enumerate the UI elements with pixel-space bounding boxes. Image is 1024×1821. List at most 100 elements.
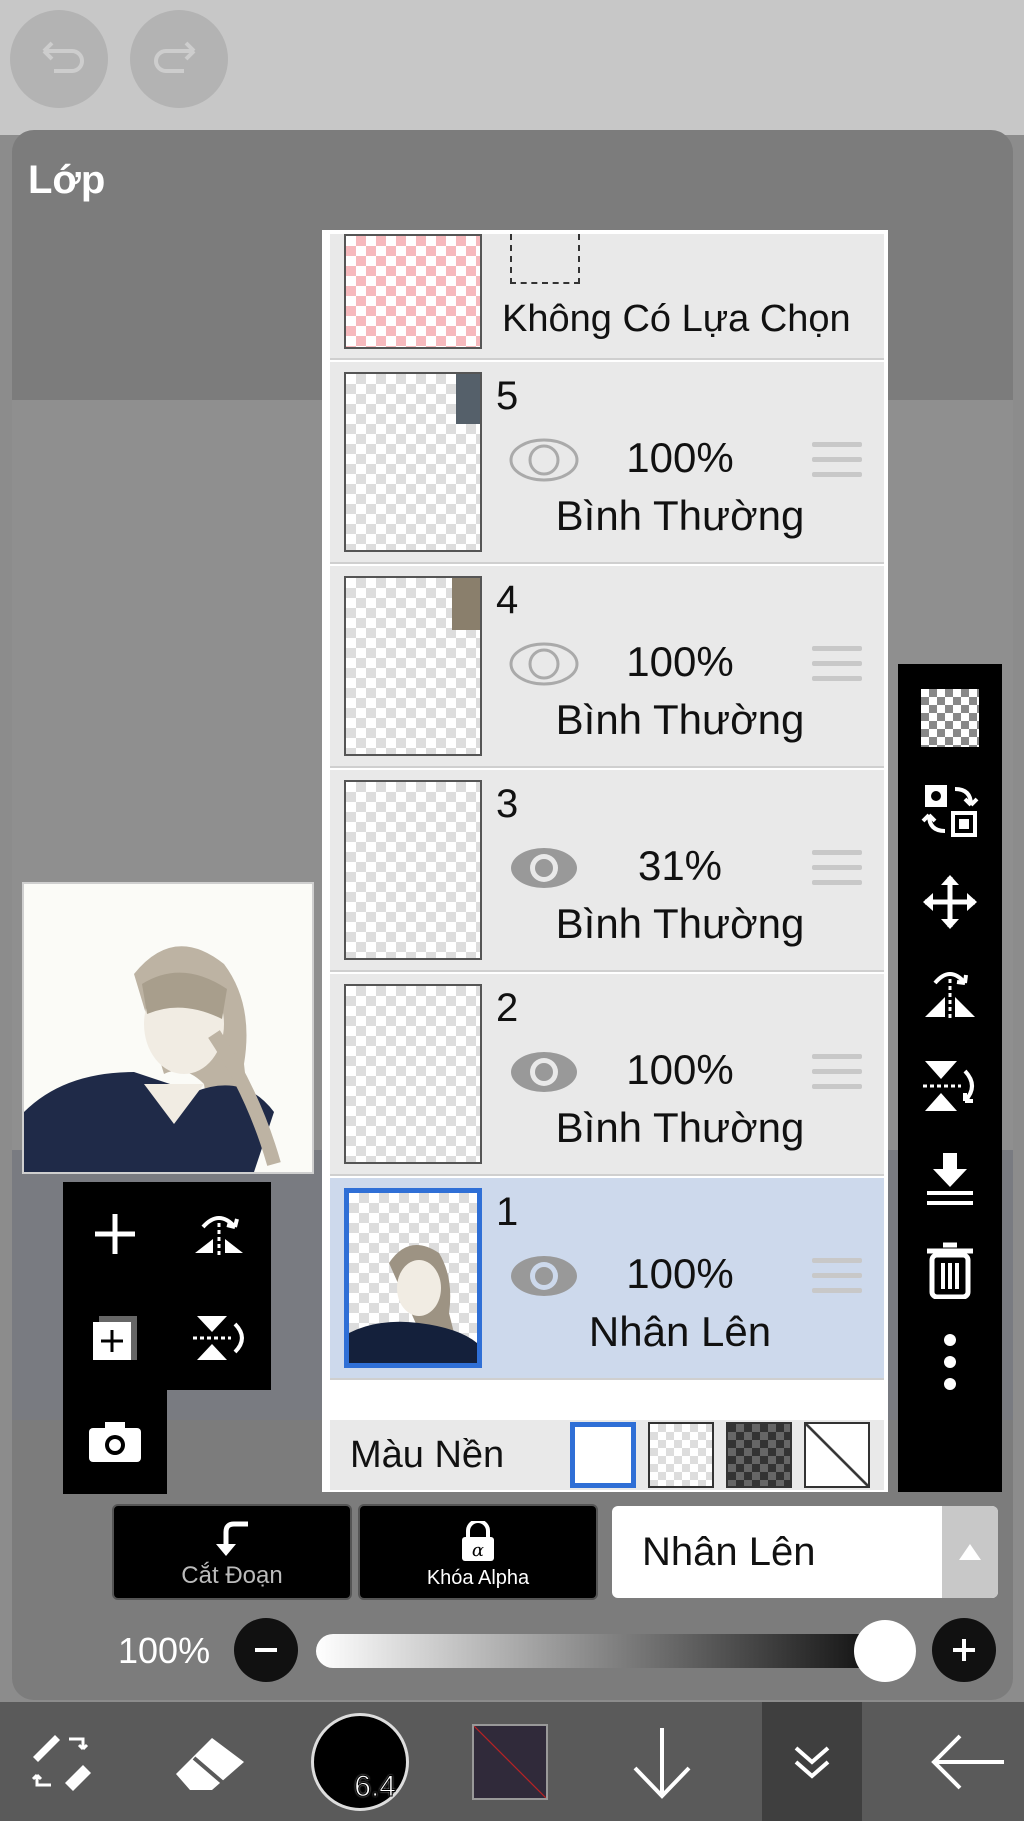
opacity-increase-button[interactable] — [932, 1618, 996, 1682]
background-none-swatch[interactable] — [804, 1422, 870, 1488]
eraser-tool-button[interactable] — [150, 1702, 270, 1821]
layer-blend-mode: Nhân Lên — [588, 1308, 772, 1355]
swap-layer-button[interactable] — [898, 764, 1002, 856]
clipping-icon — [216, 1521, 248, 1556]
layer-opacity: 100% — [626, 638, 734, 685]
flip-horizontal-right-button[interactable] — [898, 948, 1002, 1040]
layer-number: 1 — [496, 1190, 519, 1234]
selection-label: Không Có Lựa Chọn — [502, 298, 851, 340]
layer-opacity: 31% — [637, 842, 723, 889]
drag-handle-icon[interactable] — [812, 1258, 862, 1298]
layer-blend-mode: Bình Thường — [555, 1104, 805, 1151]
blend-mode-arrow-icon[interactable] — [942, 1506, 998, 1598]
flip-vertical-button[interactable] — [167, 1286, 271, 1390]
opacity-slider-knob[interactable] — [854, 1620, 916, 1682]
layer-row-5[interactable]: 5 100% Bình Thường — [330, 362, 884, 564]
move-button[interactable] — [898, 856, 1002, 948]
selection-thumbnail — [344, 234, 482, 349]
layer-number: 3 — [496, 782, 519, 826]
undo-icon — [42, 41, 84, 73]
tool-switch-button[interactable] — [0, 1702, 120, 1821]
camera-button[interactable] — [63, 1390, 167, 1494]
layer-number: 2 — [496, 986, 519, 1030]
flip-vertical-icon — [193, 1316, 244, 1360]
flip-vertical-right-button[interactable] — [898, 1040, 1002, 1132]
layer-number: 5 — [496, 374, 519, 418]
layer-row-1[interactable]: 1 100% Nhân Lên — [330, 1178, 884, 1380]
plus-icon — [95, 1214, 135, 1254]
background-dark-checker-swatch[interactable] — [726, 1422, 792, 1488]
layer-number: 4 — [496, 578, 519, 622]
layer-opacity: 100% — [626, 1046, 734, 1093]
drag-handle-icon[interactable] — [812, 646, 862, 686]
layers-list: Không Có Lựa Chọn 5 100% Bình Thường 4 1… — [322, 230, 888, 1492]
drag-handle-icon[interactable] — [812, 850, 862, 890]
move-icon — [923, 875, 977, 929]
blend-mode-select[interactable]: Nhân Lên — [612, 1506, 998, 1598]
brush-eraser-switch-icon — [31, 1734, 91, 1791]
redo-button[interactable] — [130, 10, 228, 108]
plus-icon — [953, 1639, 975, 1661]
layer-opacity: 100% — [626, 434, 734, 481]
panel-title: Lớp — [28, 158, 106, 202]
minus-icon — [255, 1648, 277, 1652]
layer-thumbnail — [344, 576, 482, 756]
transparent-button[interactable] — [898, 672, 1002, 764]
layer-opacity: 100% — [626, 1250, 734, 1297]
lock-icon: α — [462, 1521, 494, 1561]
background-white-swatch[interactable] — [570, 1422, 636, 1488]
opacity-slider[interactable] — [316, 1634, 916, 1668]
more-options-button[interactable] — [898, 1316, 1002, 1408]
redo-icon — [154, 41, 196, 73]
clipping-button[interactable]: Cắt Đoạn — [112, 1504, 352, 1600]
layers-toggle-button[interactable] — [762, 1702, 862, 1821]
layer-row-4[interactable]: 4 100% Bình Thường — [330, 566, 884, 768]
layer-down-button[interactable] — [612, 1702, 712, 1821]
color-swatch-button[interactable] — [470, 1702, 550, 1821]
alpha-lock-button[interactable]: α Khóa Alpha — [358, 1504, 598, 1600]
drag-handle-icon[interactable] — [812, 1054, 862, 1094]
merge-down-icon — [927, 1153, 973, 1205]
layer-row-2[interactable]: 2 100% Bình Thường — [330, 974, 884, 1176]
layer-thumbnail — [344, 372, 482, 552]
drag-handle-icon[interactable] — [812, 442, 862, 482]
right-toolbar — [898, 664, 1002, 1492]
eye-icon[interactable] — [508, 437, 580, 483]
layer-row-3[interactable]: 3 31% Bình Thường — [330, 770, 884, 972]
back-button[interactable] — [912, 1702, 1024, 1821]
layer-thumbnail — [344, 984, 482, 1164]
delete-layer-button[interactable] — [898, 1224, 1002, 1316]
add-layer-button[interactable] — [63, 1182, 167, 1286]
selection-layer-row[interactable]: Không Có Lựa Chọn — [330, 234, 884, 360]
eye-icon[interactable] — [508, 641, 580, 687]
flip-horizontal-button[interactable] — [167, 1182, 271, 1286]
undo-button[interactable] — [10, 10, 108, 108]
flip-horizontal-icon — [195, 1216, 243, 1257]
svg-text:α: α — [472, 1540, 484, 1561]
flip-vertical-icon — [923, 1061, 974, 1111]
flip-horizontal-icon — [925, 972, 975, 1021]
brush-size-value: 6.4 — [354, 1769, 397, 1803]
swap-icon — [921, 785, 979, 837]
layer-blend-mode: Bình Thường — [555, 492, 805, 539]
add-folder-icon — [93, 1316, 137, 1360]
background-light-checker-swatch[interactable] — [648, 1422, 714, 1488]
add-folder-button[interactable] — [63, 1286, 167, 1390]
alpha-lock-label: Khóa Alpha — [426, 1567, 530, 1589]
more-vertical-icon — [944, 1334, 956, 1390]
arrow-left-icon — [931, 1734, 1004, 1789]
opacity-decrease-button[interactable] — [234, 1618, 298, 1682]
blend-mode-value: Nhân Lên — [642, 1530, 816, 1574]
brush-size-button[interactable]: 6.4 — [310, 1702, 410, 1821]
opacity-label: 100% — [118, 1630, 211, 1671]
merge-down-button[interactable] — [898, 1132, 1002, 1224]
eye-icon[interactable] — [508, 1253, 580, 1299]
checker-icon — [921, 689, 979, 747]
clipping-label: Cắt Đoạn — [181, 1562, 283, 1589]
canvas-preview — [22, 882, 314, 1174]
background-color-label: Màu Nền — [350, 1434, 505, 1476]
double-chevron-down-icon — [794, 1745, 830, 1779]
current-color-swatch — [472, 1723, 548, 1800]
eye-icon[interactable] — [508, 1049, 580, 1095]
eye-icon[interactable] — [508, 845, 580, 891]
